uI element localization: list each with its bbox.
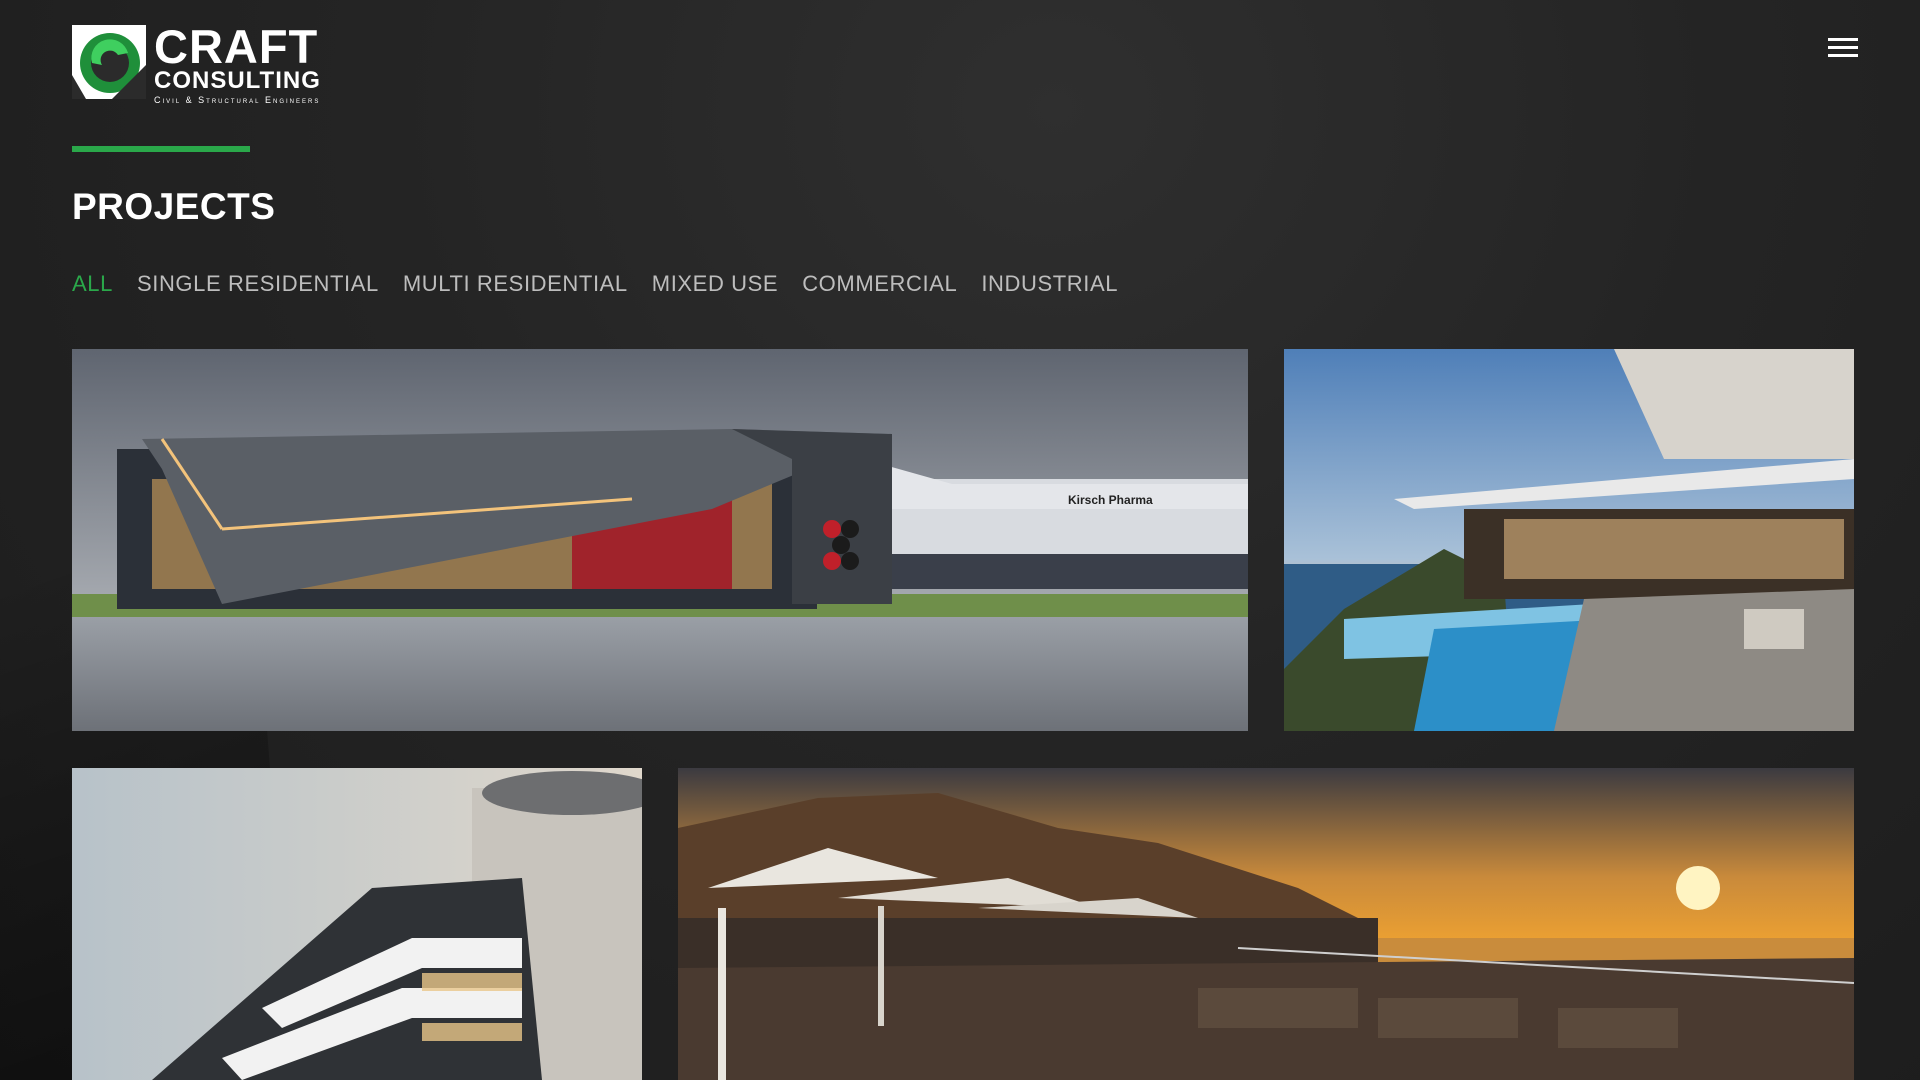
filter-commercial[interactable]: COMMERCIAL (802, 271, 957, 297)
filter-single-residential[interactable]: SINGLE RESIDENTIAL (137, 271, 379, 297)
pharma-building-photo: Kirsch Pharma (72, 349, 1248, 731)
menu-line (1828, 38, 1858, 41)
rooftop-terrace-photo (678, 768, 1854, 1080)
filter-mixed-use[interactable]: MIXED USE (652, 271, 778, 297)
project-tile-villa[interactable] (1284, 349, 1854, 731)
menu-line (1828, 46, 1858, 49)
project-tile-tower[interactable] (72, 768, 642, 1080)
logo-text: CRAFT CONSULTING Civil & Structural Engi… (154, 20, 321, 105)
filter-industrial[interactable]: INDUSTRIAL (981, 271, 1118, 297)
brand-subname: CONSULTING (154, 67, 321, 94)
brand-name: CRAFT (154, 20, 319, 73)
filter-multi-residential[interactable]: MULTI RESIDENTIAL (403, 271, 628, 297)
hamburger-menu-icon[interactable] (1828, 38, 1858, 60)
menu-line (1828, 54, 1858, 57)
project-tile-terrace[interactable] (678, 768, 1854, 1080)
brand-tagline: Civil & Structural Engineers (154, 95, 321, 105)
title-accent-bar (72, 146, 250, 152)
craft-logo-icon (72, 25, 146, 99)
project-filter-nav: ALL SINGLE RESIDENTIAL MULTI RESIDENTIAL… (72, 271, 1118, 297)
building-sign-text: Kirsch Pharma (1068, 493, 1153, 507)
filter-all[interactable]: ALL (72, 271, 113, 297)
brand-logo[interactable]: CRAFT CONSULTING Civil & Structural Engi… (72, 20, 321, 105)
villa-pool-photo (1284, 349, 1854, 731)
apartment-tower-photo (72, 768, 642, 1080)
project-tile-pharma[interactable]: Kirsch Pharma (72, 349, 1248, 731)
page-title: PROJECTS (72, 186, 276, 227)
